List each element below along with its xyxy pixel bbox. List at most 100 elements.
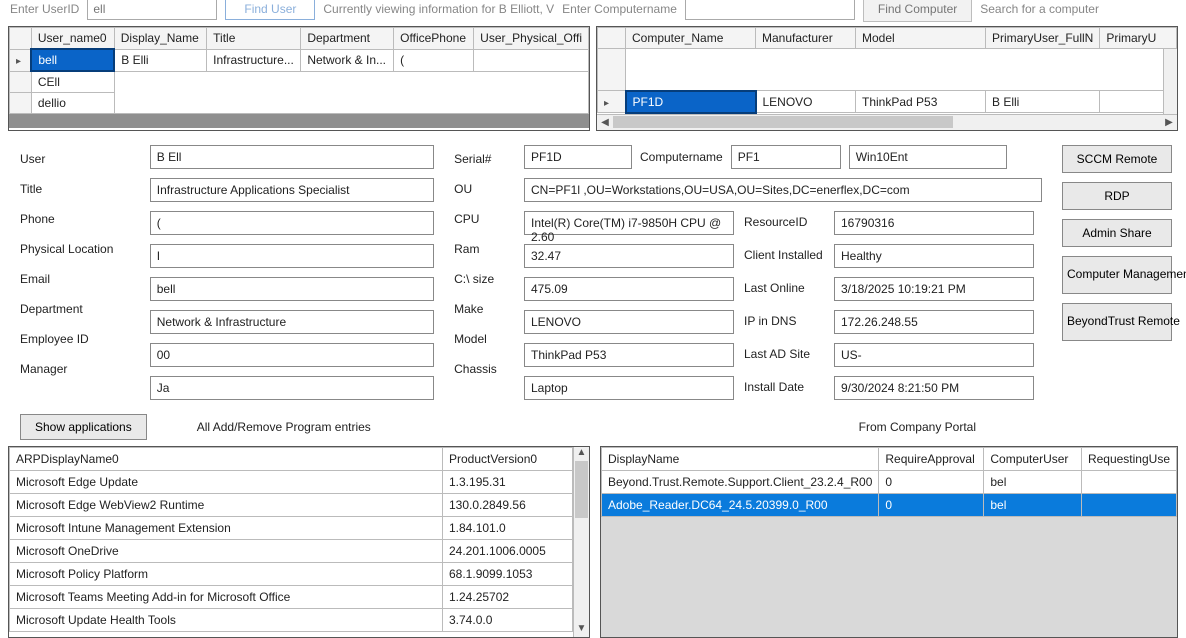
comp-cell[interactable]: PF1D — [626, 91, 756, 113]
arp-cell[interactable]: Microsoft OneDrive — [10, 539, 443, 562]
comp-col-name[interactable]: Computer_Name — [626, 28, 756, 49]
vertical-scrollbar[interactable]: ▲ ▼ — [573, 447, 589, 637]
portal-col-display[interactable]: DisplayName — [602, 447, 879, 470]
rdp-button[interactable]: RDP — [1062, 182, 1172, 210]
portal-cell[interactable]: Beyond.Trust.Remote.Support.Client_23.2.… — [602, 470, 879, 493]
comp-cell[interactable]: B Elli — [986, 91, 1100, 113]
arp-grid[interactable]: ARPDisplayName0 ProductVersion0 Microsof… — [8, 446, 590, 638]
user-cell[interactable] — [474, 49, 589, 71]
user-col-office[interactable]: User_Physical_Offi — [474, 28, 589, 50]
computer-input[interactable] — [685, 0, 855, 20]
user-cell[interactable]: dellio — [31, 93, 114, 114]
arp-col-name[interactable]: ARPDisplayName0 — [10, 447, 443, 470]
arp-row[interactable]: Microsoft Edge WebView2 Runtime130.0.284… — [10, 493, 573, 516]
lbl-installdate: Install Date — [744, 376, 824, 400]
user-col-username[interactable]: User_name0 — [31, 28, 114, 50]
arp-row[interactable]: Microsoft Policy Platform68.1.9099.1053 — [10, 562, 573, 585]
scroll-thumb[interactable] — [613, 116, 953, 128]
arp-cell[interactable]: Microsoft Edge Update — [10, 470, 443, 493]
user-cell[interactable]: Infrastructure... — [207, 49, 301, 71]
scroll-up-icon[interactable]: ▲ — [574, 447, 589, 461]
arp-cell[interactable]: 1.24.25702 — [443, 585, 573, 608]
user-col-display[interactable]: Display_Name — [114, 28, 206, 50]
lbl-csize: C:\ size — [454, 269, 504, 290]
currently-viewing-label: Currently viewing information for B Elli… — [323, 2, 554, 16]
portal-grid[interactable]: DisplayName RequireApproval ComputerUser… — [600, 446, 1178, 638]
arp-cell[interactable]: Microsoft Teams Meeting Add-in for Micro… — [10, 585, 443, 608]
grid-empty-area — [626, 49, 1177, 91]
user-row[interactable]: CEll — [10, 71, 589, 93]
portal-cell[interactable]: bel — [984, 470, 1082, 493]
comp-cell[interactable]: LENOVO — [756, 91, 856, 113]
lbl-email: Email — [20, 269, 130, 290]
portal-col-approval[interactable]: RequireApproval — [879, 447, 984, 470]
arp-cell[interactable]: 1.3.195.31 — [443, 470, 573, 493]
user-grid[interactable]: User_name0 Display_Name Title Department… — [8, 26, 590, 131]
grid-footer — [9, 114, 589, 128]
comp-col-pu[interactable]: PrimaryU — [1100, 28, 1177, 49]
arp-cell[interactable]: Microsoft Intune Management Extension — [10, 516, 443, 539]
user-cell[interactable]: bell — [31, 49, 114, 71]
comp-col-primary[interactable]: PrimaryUser_FullN — [986, 28, 1100, 49]
arp-cell[interactable]: Microsoft Policy Platform — [10, 562, 443, 585]
scroll-right-icon[interactable]: ▶ — [1161, 117, 1177, 128]
portal-cell[interactable] — [1081, 493, 1176, 516]
find-computer-button[interactable]: Find Computer — [863, 0, 972, 22]
user-cell[interactable]: Network & In... — [301, 49, 394, 71]
arp-cell[interactable]: 24.201.1006.0005 — [443, 539, 573, 562]
arp-row[interactable]: Microsoft Edge Update1.3.195.31 — [10, 470, 573, 493]
comp-row[interactable]: PF1D LENOVO ThinkPad P53 B Elli — [598, 91, 1177, 113]
portal-row[interactable]: Beyond.Trust.Remote.Support.Client_23.2.… — [602, 470, 1177, 493]
val-installdate: 9/30/2024 8:21:50 PM — [834, 376, 1034, 400]
user-col-title[interactable]: Title — [207, 28, 301, 50]
find-user-button[interactable]: Find User — [225, 0, 315, 20]
portal-col-requser[interactable]: RequestingUse — [1081, 447, 1176, 470]
user-row[interactable]: bell B Elli Infrastructure... Network & … — [10, 49, 589, 71]
portal-cell[interactable]: bel — [984, 493, 1082, 516]
arp-cell[interactable]: 130.0.2849.56 — [443, 493, 573, 516]
portal-cell[interactable] — [1081, 470, 1176, 493]
userid-input[interactable] — [87, 0, 217, 20]
computer-grid[interactable]: Computer_Name Manufacturer Model Primary… — [596, 26, 1178, 131]
user-cell[interactable]: B Elli — [114, 49, 206, 71]
computer-mgmt-button[interactable]: Computer Management — [1062, 256, 1172, 294]
arp-row[interactable]: Microsoft OneDrive24.201.1006.0005 — [10, 539, 573, 562]
portal-row[interactable]: Adobe_Reader.DC64_24.5.20399.0_R000bel — [602, 493, 1177, 516]
scroll-thumb[interactable] — [575, 461, 588, 518]
val-lastonline: 3/18/2025 10:19:21 PM — [834, 277, 1034, 301]
comp-col-mfr[interactable]: Manufacturer — [756, 28, 856, 49]
horizontal-scrollbar[interactable]: ◀ ▶ — [597, 114, 1177, 130]
arp-row[interactable]: Microsoft Intune Management Extension1.8… — [10, 516, 573, 539]
admin-share-button[interactable]: Admin Share — [1062, 219, 1172, 247]
portal-col-compuser[interactable]: ComputerUser — [984, 447, 1082, 470]
show-applications-button[interactable]: Show applications — [20, 414, 147, 440]
vertical-scrollbar[interactable] — [1163, 49, 1177, 114]
from-company-portal-label: From Company Portal — [859, 420, 976, 434]
comp-row[interactable] — [598, 49, 1177, 91]
lbl-serial: Serial# — [454, 149, 504, 170]
comp-left-values: PF1D Computername PF1 Win10Ent CN=PF1l ,… — [524, 145, 1042, 400]
val-ram: 32.47 — [524, 244, 734, 268]
user-cell[interactable]: CEll — [31, 71, 114, 93]
user-col-dept[interactable]: Department — [301, 28, 394, 50]
arp-row[interactable]: Microsoft Teams Meeting Add-in for Micro… — [10, 585, 573, 608]
portal-cell[interactable]: 0 — [879, 470, 984, 493]
val-email: bell — [150, 277, 434, 301]
arp-row[interactable]: Microsoft Update Health Tools3.74.0.0 — [10, 608, 573, 631]
user-col-phone[interactable]: OfficePhone — [394, 28, 474, 50]
arp-col-version[interactable]: ProductVersion0 — [443, 447, 573, 470]
beyondtrust-button[interactable]: BeyondTrust Remote — [1062, 303, 1172, 341]
portal-cell[interactable]: 0 — [879, 493, 984, 516]
arp-cell[interactable]: Microsoft Update Health Tools — [10, 608, 443, 631]
arp-cell[interactable]: Microsoft Edge WebView2 Runtime — [10, 493, 443, 516]
comp-cell[interactable]: ThinkPad P53 — [856, 91, 986, 113]
arp-cell[interactable]: 3.74.0.0 — [443, 608, 573, 631]
grid-empty-area — [114, 71, 588, 114]
portal-cell[interactable]: Adobe_Reader.DC64_24.5.20399.0_R00 — [602, 493, 879, 516]
arp-cell[interactable]: 1.84.101.0 — [443, 516, 573, 539]
comp-col-model[interactable]: Model — [856, 28, 986, 49]
sccm-remote-button[interactable]: SCCM Remote — [1062, 145, 1172, 173]
arp-cell[interactable]: 68.1.9099.1053 — [443, 562, 573, 585]
scroll-left-icon[interactable]: ◀ — [597, 117, 613, 128]
user-cell[interactable]: ( — [394, 49, 474, 71]
